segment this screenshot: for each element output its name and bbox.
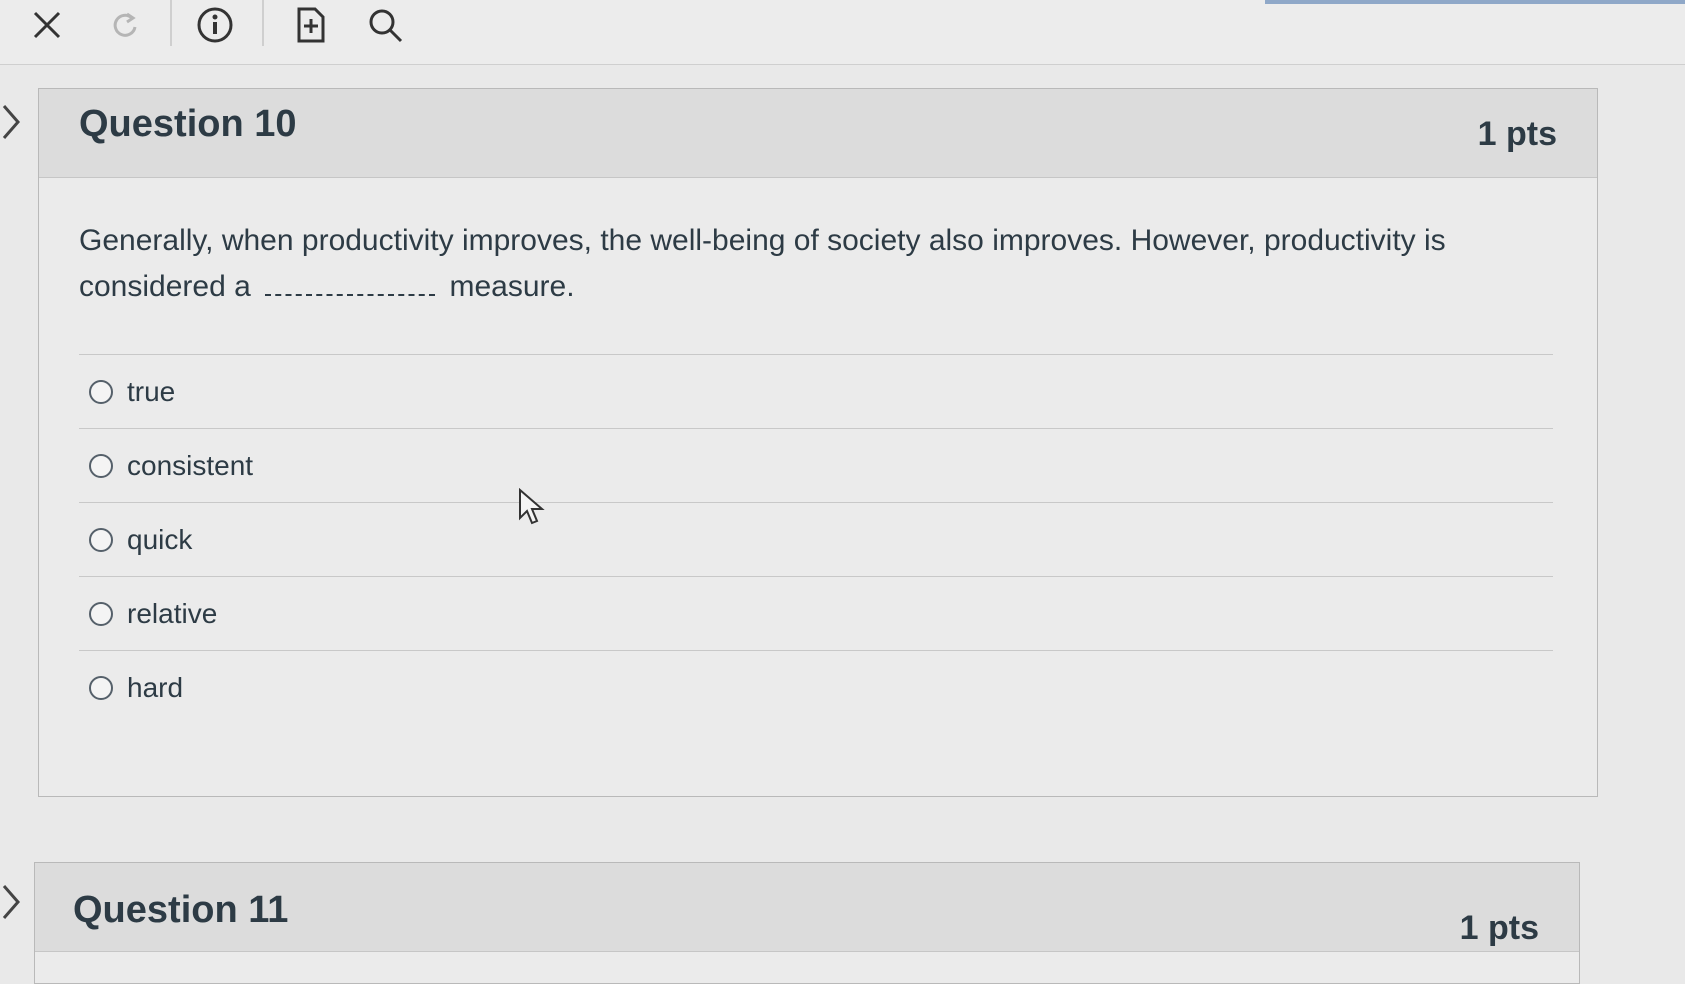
question-card: Question 11 1 pts (34, 862, 1580, 984)
answer-option[interactable]: consistent (79, 428, 1553, 502)
radio-button[interactable] (89, 527, 113, 552)
answer-option[interactable]: true (79, 354, 1553, 428)
browser-toolbar (0, 0, 1685, 65)
radio-button[interactable] (89, 601, 113, 626)
question-title: Question 10 (79, 103, 297, 145)
add-note-button[interactable] (286, 2, 336, 48)
answer-label: true (127, 375, 176, 407)
question-text-after: measure. (449, 270, 575, 303)
answer-label: hard (127, 671, 184, 703)
radio-button[interactable] (89, 453, 113, 478)
question-card: Question 10 1 pts Generally, when produc… (38, 88, 1598, 797)
toolbar-accent-bar (1265, 0, 1685, 4)
info-icon (197, 7, 233, 43)
info-button[interactable] (190, 2, 240, 48)
add-note-icon (297, 7, 325, 43)
question-header: Question 11 1 pts (35, 863, 1579, 952)
close-button[interactable] (22, 2, 72, 48)
answer-option[interactable]: relative (79, 576, 1553, 650)
answer-label: consistent (127, 449, 254, 481)
mouse-pointer-icon (519, 488, 545, 525)
question-points: 1 pts (1459, 909, 1539, 947)
toolbar-separator (262, 0, 264, 46)
expand-chevron-icon[interactable] (0, 104, 22, 140)
question-text: Generally, when productivity improves, t… (79, 218, 1519, 310)
close-icon (33, 11, 61, 39)
expand-chevron-icon[interactable] (0, 884, 22, 920)
answer-list: true consistent quick relative hard (79, 354, 1553, 724)
fill-in-blank (265, 284, 436, 296)
answer-option[interactable]: hard (79, 650, 1553, 724)
question-body: Generally, when productivity improves, t… (39, 178, 1597, 724)
question-points: 1 pts (1477, 115, 1557, 153)
reload-button[interactable] (100, 2, 150, 48)
reload-icon (113, 12, 137, 37)
toolbar-separator (170, 0, 172, 46)
radio-button[interactable] (89, 675, 113, 700)
question-header: Question 10 1 pts (39, 89, 1597, 178)
answer-option[interactable]: quick (79, 502, 1553, 576)
answer-label: quick (127, 523, 193, 555)
search-icon (369, 9, 403, 43)
radio-button[interactable] (89, 379, 113, 404)
question-title: Question 11 (73, 889, 289, 931)
answer-label: relative (127, 597, 218, 629)
search-button[interactable] (360, 2, 410, 48)
